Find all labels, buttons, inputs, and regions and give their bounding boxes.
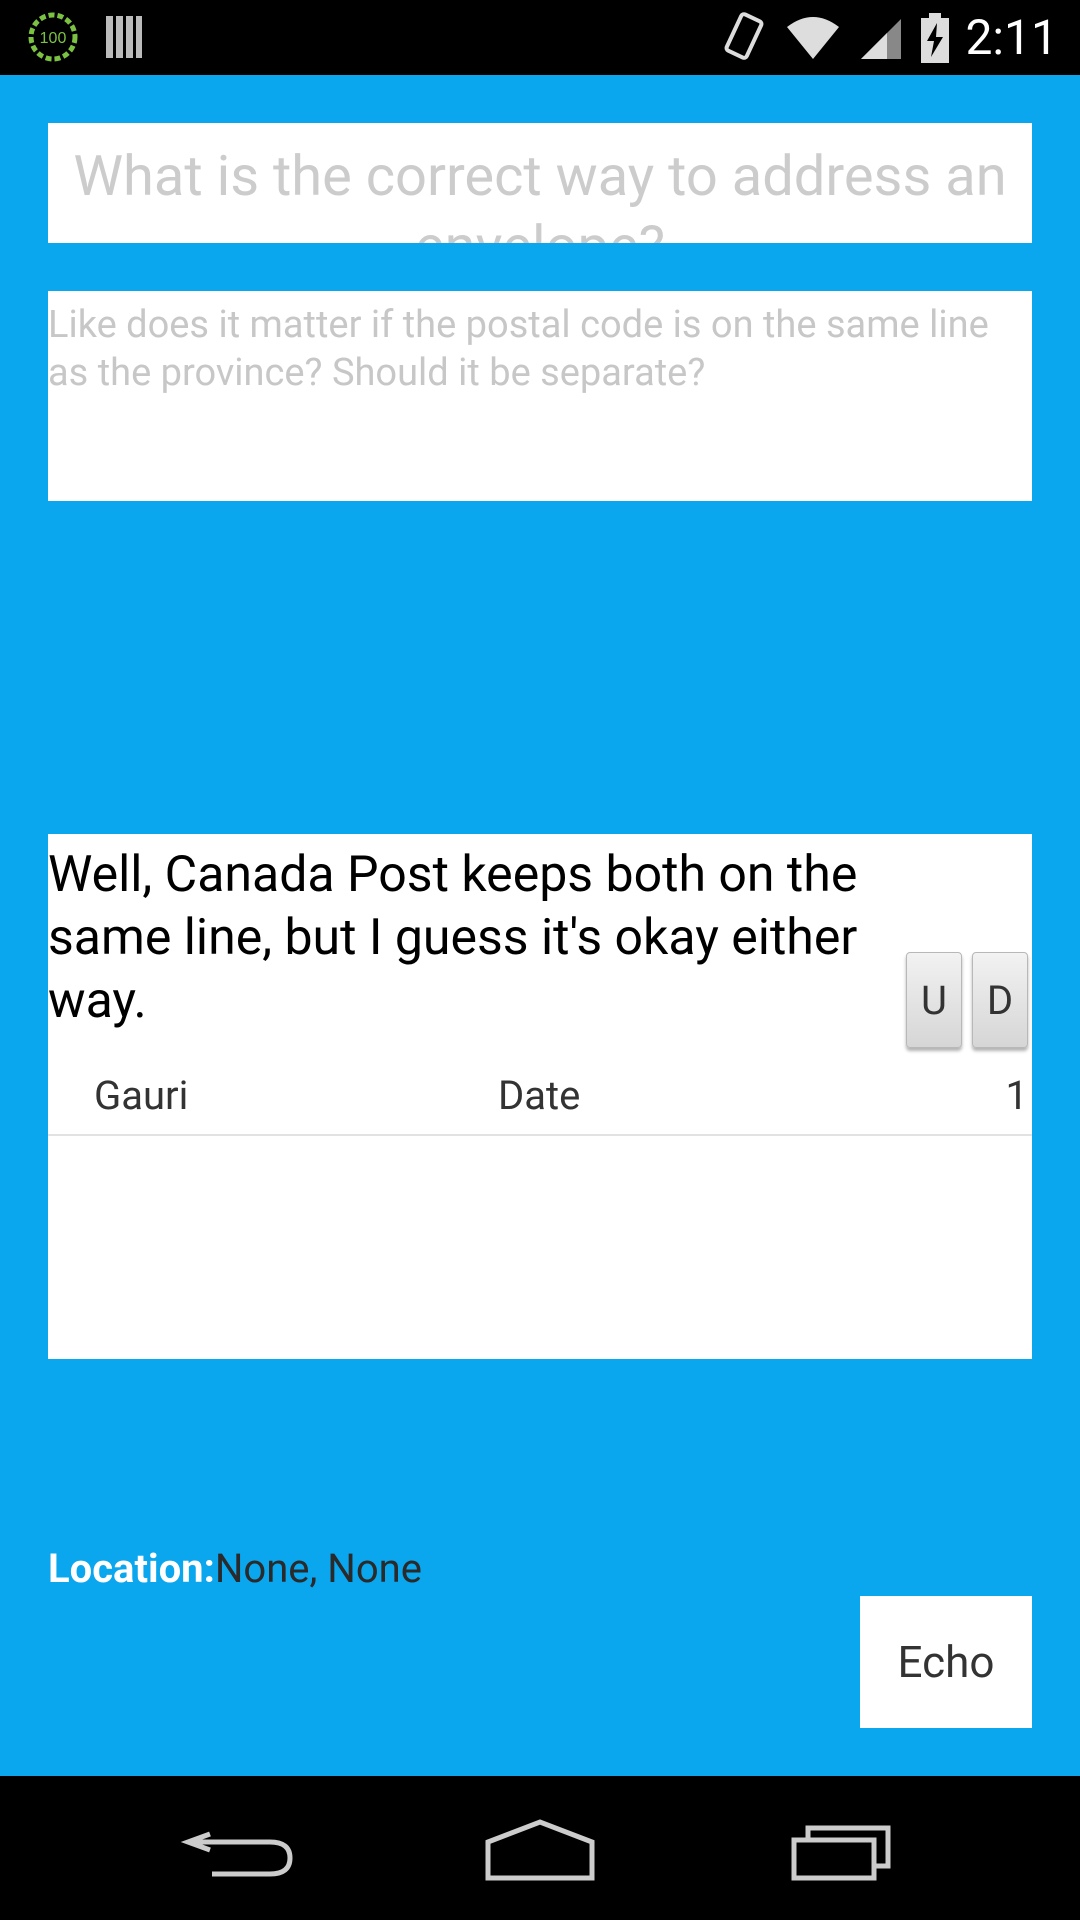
signal-icon xyxy=(861,18,902,59)
location-value: None, None xyxy=(214,1545,422,1592)
battery-charging-icon xyxy=(921,12,950,63)
home-icon[interactable] xyxy=(480,1816,600,1886)
divider xyxy=(48,1134,1032,1136)
battery-saver-icon: 100 xyxy=(28,12,78,62)
location-label: Location: xyxy=(48,1545,215,1592)
wifi-icon xyxy=(787,16,840,59)
downvote-button[interactable]: D xyxy=(972,952,1028,1048)
clock: 2:11 xyxy=(965,9,1058,66)
answer-author: Gauri xyxy=(94,1072,189,1119)
back-icon[interactable] xyxy=(180,1816,300,1886)
upvote-button[interactable]: U xyxy=(906,952,962,1048)
answer-text: Well, Canada Post keeps both on the same… xyxy=(48,846,858,1030)
navigation-bar xyxy=(0,1776,1080,1920)
echo-button[interactable]: Echo xyxy=(860,1596,1032,1728)
recent-apps-icon[interactable] xyxy=(780,1816,900,1886)
answer-meta: Gauri Date 1 xyxy=(48,1064,1032,1134)
answer-date: Date xyxy=(498,1072,581,1119)
answer-score: 1 xyxy=(1005,1072,1028,1119)
notification-icon xyxy=(106,16,142,58)
location-row: Location:None, None xyxy=(48,1544,422,1594)
battery-saver-level: 100 xyxy=(40,30,67,47)
question-title-field[interactable]: What is the correct way to address an en… xyxy=(48,123,1032,243)
status-bar: 100 2:11 xyxy=(0,0,1080,75)
answer-card: Well, Canada Post keeps both on the same… xyxy=(48,834,1032,1359)
question-title: What is the correct way to address an en… xyxy=(73,143,1007,243)
question-body: Like does it matter if the postal code i… xyxy=(48,303,989,395)
vibrate-icon xyxy=(725,12,764,60)
question-body-field[interactable]: Like does it matter if the postal code i… xyxy=(48,291,1032,501)
